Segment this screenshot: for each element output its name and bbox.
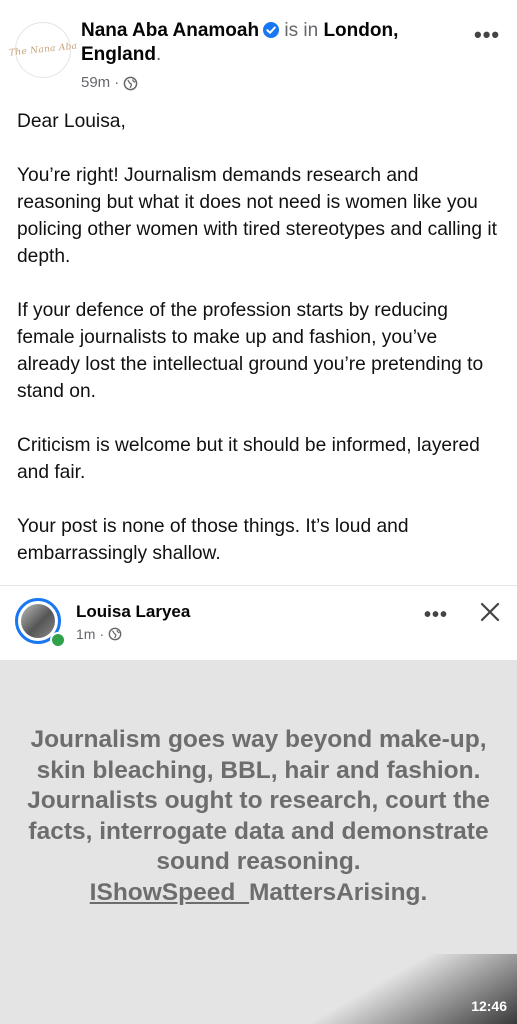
story-card[interactable]: Journalism goes way beyond make-up, skin…	[0, 660, 517, 1024]
author-avatar[interactable]: The Nana Aba	[8, 22, 78, 78]
globe-icon	[108, 627, 122, 641]
verified-badge-icon	[263, 22, 280, 38]
shared-author-name[interactable]: Louisa Laryea	[76, 602, 190, 622]
post-paragraph: Criticism is welcome but it should be in…	[17, 435, 480, 483]
close-icon[interactable]	[478, 600, 502, 624]
post-time[interactable]: 59m	[81, 73, 110, 93]
post-header: The Nana Aba Nana Aba Anamoah is in Lond…	[0, 0, 517, 100]
post-paragraph: Dear Louisa,	[17, 111, 126, 132]
location-period: .	[155, 44, 162, 65]
avatar-logo-text: The Nana Aba	[8, 41, 78, 59]
post-paragraph: You’re right! Journalism demands researc…	[17, 165, 497, 267]
story-text: Journalism goes way beyond make-up, skin…	[20, 725, 497, 908]
post-body: Dear Louisa, You’re right! Journalism de…	[17, 108, 502, 594]
avatar-photo	[21, 604, 55, 638]
globe-icon	[123, 76, 138, 90]
is-in-text: is in	[284, 20, 319, 41]
post-paragraph: If your defence of the profession starts…	[17, 300, 484, 402]
divider	[0, 585, 517, 586]
meta-separator: ·	[99, 626, 105, 642]
meta-separator: ·	[114, 74, 120, 91]
shared-meta: 1m ·	[76, 626, 122, 642]
story-hashtag-underlined[interactable]: IShowSpeed_	[90, 879, 249, 906]
shared-more-options-icon[interactable]: •••	[424, 605, 448, 625]
status-clock: 12:46	[471, 998, 507, 1014]
shared-story-header: Louisa Laryea 1m · •••	[0, 590, 517, 660]
author-line: Nana Aba Anamoah is in London, England.	[81, 19, 461, 67]
more-options-icon[interactable]: •••	[474, 24, 500, 46]
story-main-text: Journalism goes way beyond make-up, skin…	[27, 726, 490, 875]
story-hashtag-rest: MattersArising.	[248, 878, 428, 906]
shared-time[interactable]: 1m	[76, 626, 95, 642]
online-status-icon	[50, 632, 66, 648]
post-paragraph: Your post is none of those things. It’s …	[17, 516, 409, 564]
post-meta: 59m ·	[81, 73, 138, 93]
author-name[interactable]: Nana Aba Anamoah	[81, 20, 259, 41]
